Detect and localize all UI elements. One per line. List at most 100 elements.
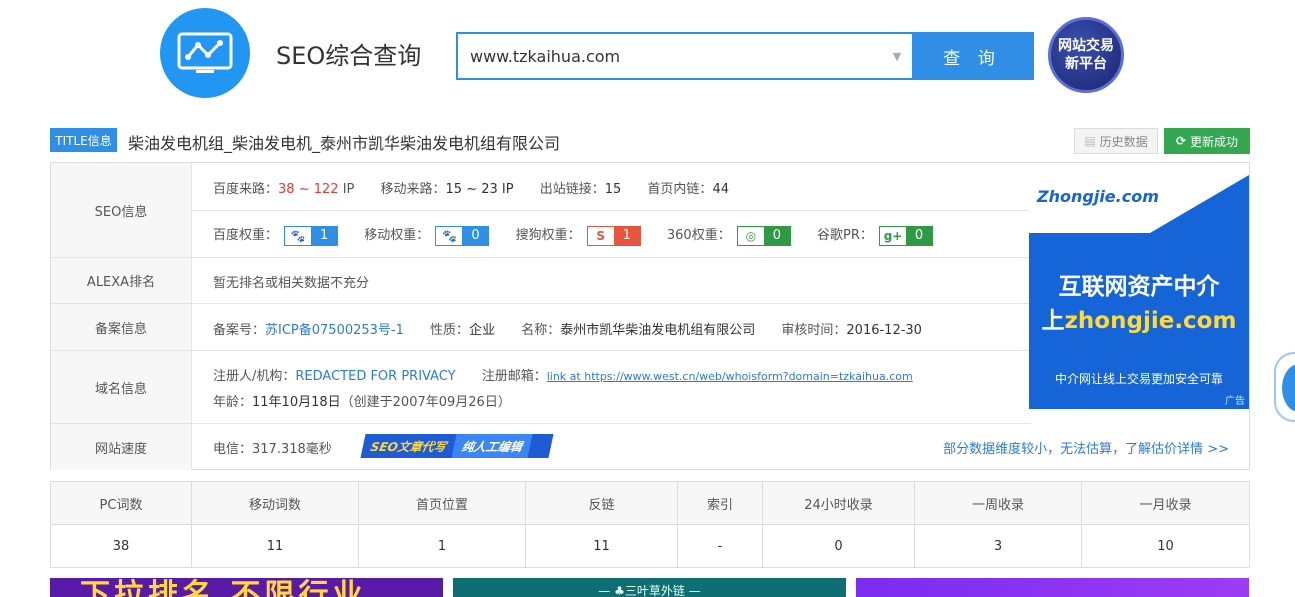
stats-header: 24小时收录 <box>762 481 915 525</box>
domain-row: 域名信息 注册人/机构：REDACTED FOR PRIVACY 注册邮箱：li… <box>51 351 1031 424</box>
ad-tag: 广告 <box>1225 396 1245 407</box>
age-label: 年龄： <box>213 395 253 410</box>
inlinks-value[interactable]: 44 <box>712 182 729 197</box>
search-button[interactable]: 查 询 <box>912 34 1032 78</box>
bottom-banner-1[interactable]: 下拉排名 不限行业 <box>50 578 443 597</box>
email-link[interactable]: link at https://www.west.cn/web/whoisfor… <box>547 370 933 383</box>
stats-value[interactable]: 3 <box>914 524 1082 568</box>
mobile-traffic: 15 ~ 23 IP <box>445 182 514 197</box>
google-pr-label: 谷歌PR： <box>817 228 873 243</box>
icp-label: 备案信息 <box>51 304 192 350</box>
zhongjie-line1: 互联网资产中介 <box>1058 274 1220 300</box>
weight-360-label: 360权重： <box>666 228 731 243</box>
stats-header: 移动词数 <box>191 481 359 525</box>
bottom-banner-2[interactable]: — ♣三叶草外链 — <box>453 578 846 597</box>
clover-icon: ♣ <box>614 584 625 597</box>
trade-platform-badge[interactable]: 网站交易 新平台 <box>1048 17 1124 93</box>
baidu-weight-label: 百度权重： <box>213 228 279 243</box>
zhongjie-line3: 中介网让线上交易更加安全可靠 <box>1054 372 1223 386</box>
zhongjie-line2-domain: zhongjie.com <box>1064 308 1237 334</box>
weight-360-badge[interactable]: ◎ 0 <box>736 225 791 246</box>
refresh-icon: ⟳ <box>1175 134 1187 148</box>
mobile-weight-label: 移动权重： <box>364 228 430 243</box>
mobile-weight-badge[interactable]: 🐾 0 <box>435 225 490 246</box>
stats-header: 一周收录 <box>914 481 1082 525</box>
icp-type-label: 性质： <box>430 323 470 338</box>
zhongjie-brand: Zhongjie.com <box>1037 187 1159 206</box>
q360-icon: ◎ <box>737 226 764 245</box>
chevron-down-icon[interactable]: ▼ <box>882 34 912 78</box>
baidu-weight-badge[interactable]: 🐾 1 <box>284 225 339 246</box>
history-label: 历史数据 <box>1099 134 1148 149</box>
icp-num-label: 备案号： <box>213 323 266 338</box>
search-bar: ▼ 查 询 <box>456 32 1034 80</box>
seo-traffic-line: 百度来路：38 ~ 122 IP 移动来路：15 ~ 23 IP 出站链接：15… <box>213 178 729 197</box>
outlinks-label: 出站链接： <box>539 182 605 197</box>
stats-value[interactable]: 10 <box>1081 524 1250 568</box>
registrant-link[interactable]: REDACTED FOR PRIVACY <box>295 369 455 384</box>
speed-text: 电信：317.318毫秒 <box>213 442 332 457</box>
sogou-weight-value: 1 <box>613 226 640 245</box>
outlinks-value[interactable]: 15 <box>605 182 622 197</box>
banner2-text: — ♣三叶草外链 — <box>598 584 701 597</box>
created-date: （创建于2007年09月26日） <box>340 395 511 410</box>
update-label: 更新成功 <box>1190 134 1239 149</box>
alexa-row: ALEXA排名 暂无排名或相关数据不充分 <box>51 258 1031 304</box>
mobile-paw-icon: 🐾 <box>436 226 463 245</box>
float-widget[interactable] <box>1274 352 1295 422</box>
alexa-text: 暂无排名或相关数据不充分 <box>213 276 370 291</box>
speed-row: 网站速度 电信：317.318毫秒 SEO文章代写 纯人工编辑 部分数据维度较小… <box>51 424 1249 470</box>
baidu-traffic-unit: IP <box>338 182 355 197</box>
stats-value[interactable]: 38 <box>50 524 192 568</box>
stats-value[interactable]: 11 <box>191 524 359 568</box>
stats-header-row: PC词数 移动词数 首页位置 反链 索引 24小时收录 一周收录 一月收录 <box>50 481 1250 525</box>
seo-writing-ad[interactable]: SEO文章代写 纯人工编辑 <box>360 434 554 458</box>
valuation-link[interactable]: 部分数据维度较小，无法估算，了解估价详情 >> <box>943 438 1229 457</box>
mobile-weight-value: 0 <box>462 226 489 245</box>
sogou-weight-badge[interactable]: S1 <box>586 225 641 246</box>
stats-value-row: 38 11 1 11 - 0 3 10 <box>50 524 1250 568</box>
icp-date: 2016-12-30 <box>846 323 922 338</box>
search-input[interactable] <box>458 34 882 78</box>
baidu-traffic-high: 122 <box>313 182 339 197</box>
domain-label: 域名信息 <box>51 351 192 423</box>
history-button[interactable]: ▤ 历史数据 <box>1074 128 1158 154</box>
stats-value[interactable]: 11 <box>525 524 678 568</box>
speed-label: 网站速度 <box>51 424 192 470</box>
site-logo[interactable] <box>160 8 250 98</box>
seo-ad-part1: SEO文章代写 <box>369 439 448 454</box>
icp-row: 备案信息 备案号：苏ICP备07500253号-1 性质：企业 名称：泰州市凯华… <box>51 304 1031 351</box>
google-pr-value: 0 <box>906 226 933 245</box>
google-pr-badge[interactable]: g+ 0 <box>879 225 934 246</box>
baidu-traffic-sep: ~ <box>294 182 314 197</box>
weight-360-value: 0 <box>763 226 790 245</box>
badge-line1: 网站交易 <box>1058 38 1114 54</box>
age-value: 11年10月18日 <box>252 395 341 410</box>
icp-date-label: 审核时间： <box>781 323 847 338</box>
stats-header: 首页位置 <box>358 481 526 525</box>
stats-value[interactable]: 1 <box>358 524 526 568</box>
icp-type: 企业 <box>469 323 496 338</box>
icp-line: 备案号：苏ICP备07500253号-1 性质：企业 名称：泰州市凯华柴油发电机… <box>213 319 922 338</box>
domain-line1: 注册人/机构：REDACTED FOR PRIVACY 注册邮箱：link at… <box>213 365 933 384</box>
stats-value[interactable]: 0 <box>762 524 915 568</box>
seo-weight-line: 百度权重： 🐾 1 移动权重： 🐾 0 搜狗权重： S1 360权重： ◎ 0 谷歌P… <box>213 224 934 246</box>
sogou-icon: S <box>587 226 614 245</box>
zhongjie-ad[interactable]: Zhongjie.com 互联网资产中介 上zhongjie.com 中介网让线… <box>1029 175 1249 409</box>
baidu-traffic-label: 百度来路： <box>213 182 279 197</box>
site-title: 柴油发电机组_柴油发电机_泰州市凯华柴油发电机组有限公司 <box>128 134 561 153</box>
email-label: 注册邮箱： <box>481 369 547 384</box>
update-button[interactable]: ⟳ 更新成功 <box>1164 128 1250 154</box>
domain-line2: 年龄：11年10月18日（创建于2007年09月26日） <box>213 391 511 410</box>
sogou-weight-label: 搜狗权重： <box>515 228 581 243</box>
seo-row: SEO信息 百度来路：38 ~ 122 IP 移动来路：15 ~ 23 IP 出… <box>51 163 1031 258</box>
icp-name: 泰州市凯华柴油发电机组有限公司 <box>560 323 756 338</box>
icp-num-link[interactable]: 苏ICP备07500253号-1 <box>265 323 404 338</box>
mobile-traffic-label: 移动来路： <box>380 182 446 197</box>
registrant-label: 注册人/机构： <box>213 369 296 384</box>
bottom-banner-3[interactable] <box>856 578 1249 597</box>
baidu-paw-icon: 🐾 <box>285 226 312 245</box>
stats-header: 索引 <box>677 481 763 525</box>
stats-header: 一月收录 <box>1081 481 1250 525</box>
seo-label: SEO信息 <box>51 163 192 257</box>
